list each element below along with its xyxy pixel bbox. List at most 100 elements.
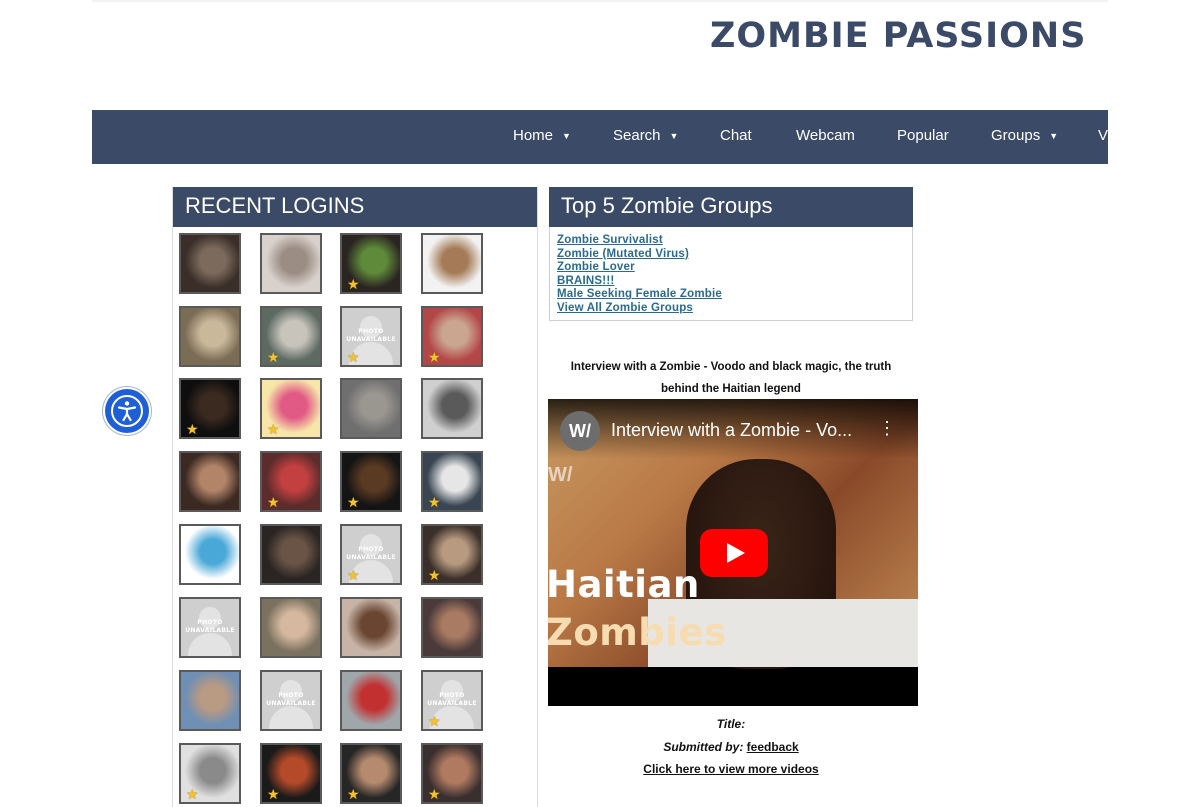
video-player-title[interactable]: Interview with a Zombie - Vo... <box>611 420 852 441</box>
star-icon: ★ <box>267 786 280 802</box>
profile-photo-man-dark-shirt <box>262 526 320 583</box>
profile-thumbnail[interactable] <box>179 524 241 585</box>
profile-thumbnail[interactable]: ★ <box>340 233 402 294</box>
star-icon: ★ <box>267 421 280 437</box>
profile-thumbnail[interactable] <box>340 378 402 439</box>
video-submitter-row: Submitted by: feedback <box>549 740 913 754</box>
video-title-row: Title: <box>549 717 913 731</box>
profile-thumbnail[interactable] <box>340 597 402 658</box>
profile-photo-young-man <box>181 453 239 510</box>
star-icon: ★ <box>347 786 360 802</box>
video-player[interactable]: W/ W/ Interview with a Zombie - Vo... ⋮ … <box>548 399 918 706</box>
nav-chat[interactable]: Chat <box>720 110 752 164</box>
profile-thumbnail[interactable]: ★ <box>421 743 483 804</box>
profile-photo-man-black-white <box>423 380 481 437</box>
star-icon: ★ <box>428 713 441 729</box>
profile-thumbnail[interactable]: ★ <box>260 743 322 804</box>
star-icon: ★ <box>428 786 441 802</box>
profile-thumbnail[interactable]: PHOTO UNAVAILABLE ★ <box>340 306 402 367</box>
profile-thumbnail[interactable]: ★ <box>340 743 402 804</box>
photo-unavailable-label: PHOTO UNAVAILABLE <box>346 546 396 561</box>
star-icon: ★ <box>428 494 441 510</box>
nav-groups[interactable]: Groups ▼ <box>991 110 1058 164</box>
video-caption: Interview with a Zombie - Voodo and blac… <box>549 356 913 400</box>
star-icon: ★ <box>186 786 199 802</box>
profile-thumbnail[interactable] <box>179 306 241 367</box>
profile-photo-man-in-room <box>181 308 239 365</box>
profile-thumbnail[interactable] <box>340 670 402 731</box>
profile-thumbnail[interactable]: ★ <box>260 306 322 367</box>
profile-photo-man-with-cat <box>181 235 239 292</box>
profile-thumbnail[interactable]: ★ <box>421 306 483 367</box>
profile-thumbnail[interactable] <box>179 233 241 294</box>
group-link[interactable]: Male Seeking Female Zombie <box>557 288 722 302</box>
group-link[interactable]: Zombie Lover <box>557 261 722 275</box>
profile-thumbnail[interactable] <box>421 597 483 658</box>
profile-photo-woman-with-glasses <box>262 235 320 292</box>
profile-thumbnail[interactable]: ★ <box>260 451 322 512</box>
accessibility-icon <box>111 395 143 427</box>
more-videos-link[interactable]: Click here to view more videos <box>643 762 818 776</box>
group-link[interactable]: Zombie (Mutated Virus) <box>557 248 722 262</box>
nav-label: Groups <box>991 127 1041 144</box>
nav-search[interactable]: Search ▼ <box>613 110 678 164</box>
kebab-menu-icon[interactable]: ⋮ <box>878 419 896 437</box>
profile-photo-man-with-hat <box>262 599 320 656</box>
profile-photo-cartoon-avatar-woman <box>423 235 481 292</box>
nav-label: V <box>1098 127 1108 144</box>
group-link[interactable]: Zombie Survivalist <box>557 234 722 248</box>
star-icon: ★ <box>267 349 280 365</box>
profile-thumbnail[interactable] <box>421 233 483 294</box>
profile-photo-person-in-red-costume <box>342 672 400 729</box>
profile-thumbnail[interactable] <box>179 451 241 512</box>
profile-thumbnail[interactable]: ★ <box>260 378 322 439</box>
nav-home[interactable]: Home ▼ <box>513 110 571 164</box>
nav-popular[interactable]: Popular <box>897 110 949 164</box>
photo-unavailable-label: PHOTO UNAVAILABLE <box>185 619 235 634</box>
star-icon: ★ <box>347 276 360 292</box>
profile-thumbnail[interactable] <box>260 233 322 294</box>
profile-thumbnail[interactable]: ★ <box>421 451 483 512</box>
nav-label: Popular <box>897 127 949 144</box>
nav-videos-truncated[interactable]: V <box>1098 110 1108 164</box>
profile-thumbnail[interactable]: PHOTO UNAVAILABLE ★ <box>340 524 402 585</box>
profile-thumbnail[interactable]: PHOTO UNAVAILABLE <box>260 670 322 731</box>
photo-unavailable-label: PHOTO UNAVAILABLE <box>266 692 316 707</box>
profile-thumbnail[interactable] <box>421 378 483 439</box>
profile-photo-man-in-sunglasses-outdoors <box>181 672 239 729</box>
view-all-groups-link[interactable]: View All Zombie Groups <box>557 302 722 316</box>
submitted-by-label: Submitted by: <box>663 740 744 754</box>
nav-label: Webcam <box>796 127 855 144</box>
submitter-link[interactable]: feedback <box>747 740 799 754</box>
photo-unavailable-label: PHOTO UNAVAILABLE <box>427 692 477 707</box>
profile-thumbnail[interactable]: PHOTO UNAVAILABLE <box>179 597 241 658</box>
profile-thumbnail[interactable]: PHOTO UNAVAILABLE ★ <box>421 670 483 731</box>
profile-thumbnail[interactable] <box>260 597 322 658</box>
top-divider <box>92 0 1108 2</box>
nav-webcam[interactable]: Webcam <box>796 110 855 164</box>
play-icon[interactable] <box>700 529 768 577</box>
star-icon: ★ <box>428 349 441 365</box>
star-icon: ★ <box>428 567 441 583</box>
video-caption-line: Interview with a Zombie - Voodo and blac… <box>570 361 892 373</box>
profile-thumbnail[interactable]: ★ <box>179 378 241 439</box>
chevron-down-icon: ▼ <box>1049 131 1059 141</box>
chevron-down-icon: ▼ <box>669 131 679 141</box>
profile-photo-woman-smiling <box>342 599 400 656</box>
silhouette-body <box>188 633 232 656</box>
group-link[interactable]: BRAINS!!! <box>557 275 722 289</box>
profile-thumbnail[interactable] <box>260 524 322 585</box>
star-icon: ★ <box>347 494 360 510</box>
star-icon: ★ <box>186 421 199 437</box>
accessibility-button[interactable] <box>105 389 149 433</box>
video-caption-line: behind the Haitian legend <box>661 383 801 395</box>
channel-logo[interactable]: W/ <box>560 411 600 451</box>
site-title[interactable]: ZOMBIE PASSIONS <box>710 16 1086 56</box>
profile-photo-zombie-makeup <box>423 599 481 656</box>
profile-thumbnail[interactable] <box>179 670 241 731</box>
profile-thumbnail[interactable]: ★ <box>179 743 241 804</box>
nav-label: Home <box>513 127 554 144</box>
profile-thumbnail[interactable]: ★ <box>421 524 483 585</box>
profile-thumbnail[interactable]: ★ <box>340 451 402 512</box>
main-navigation: Home ▼ Search ▼ Chat Webcam Popular Groups… <box>92 110 1108 164</box>
